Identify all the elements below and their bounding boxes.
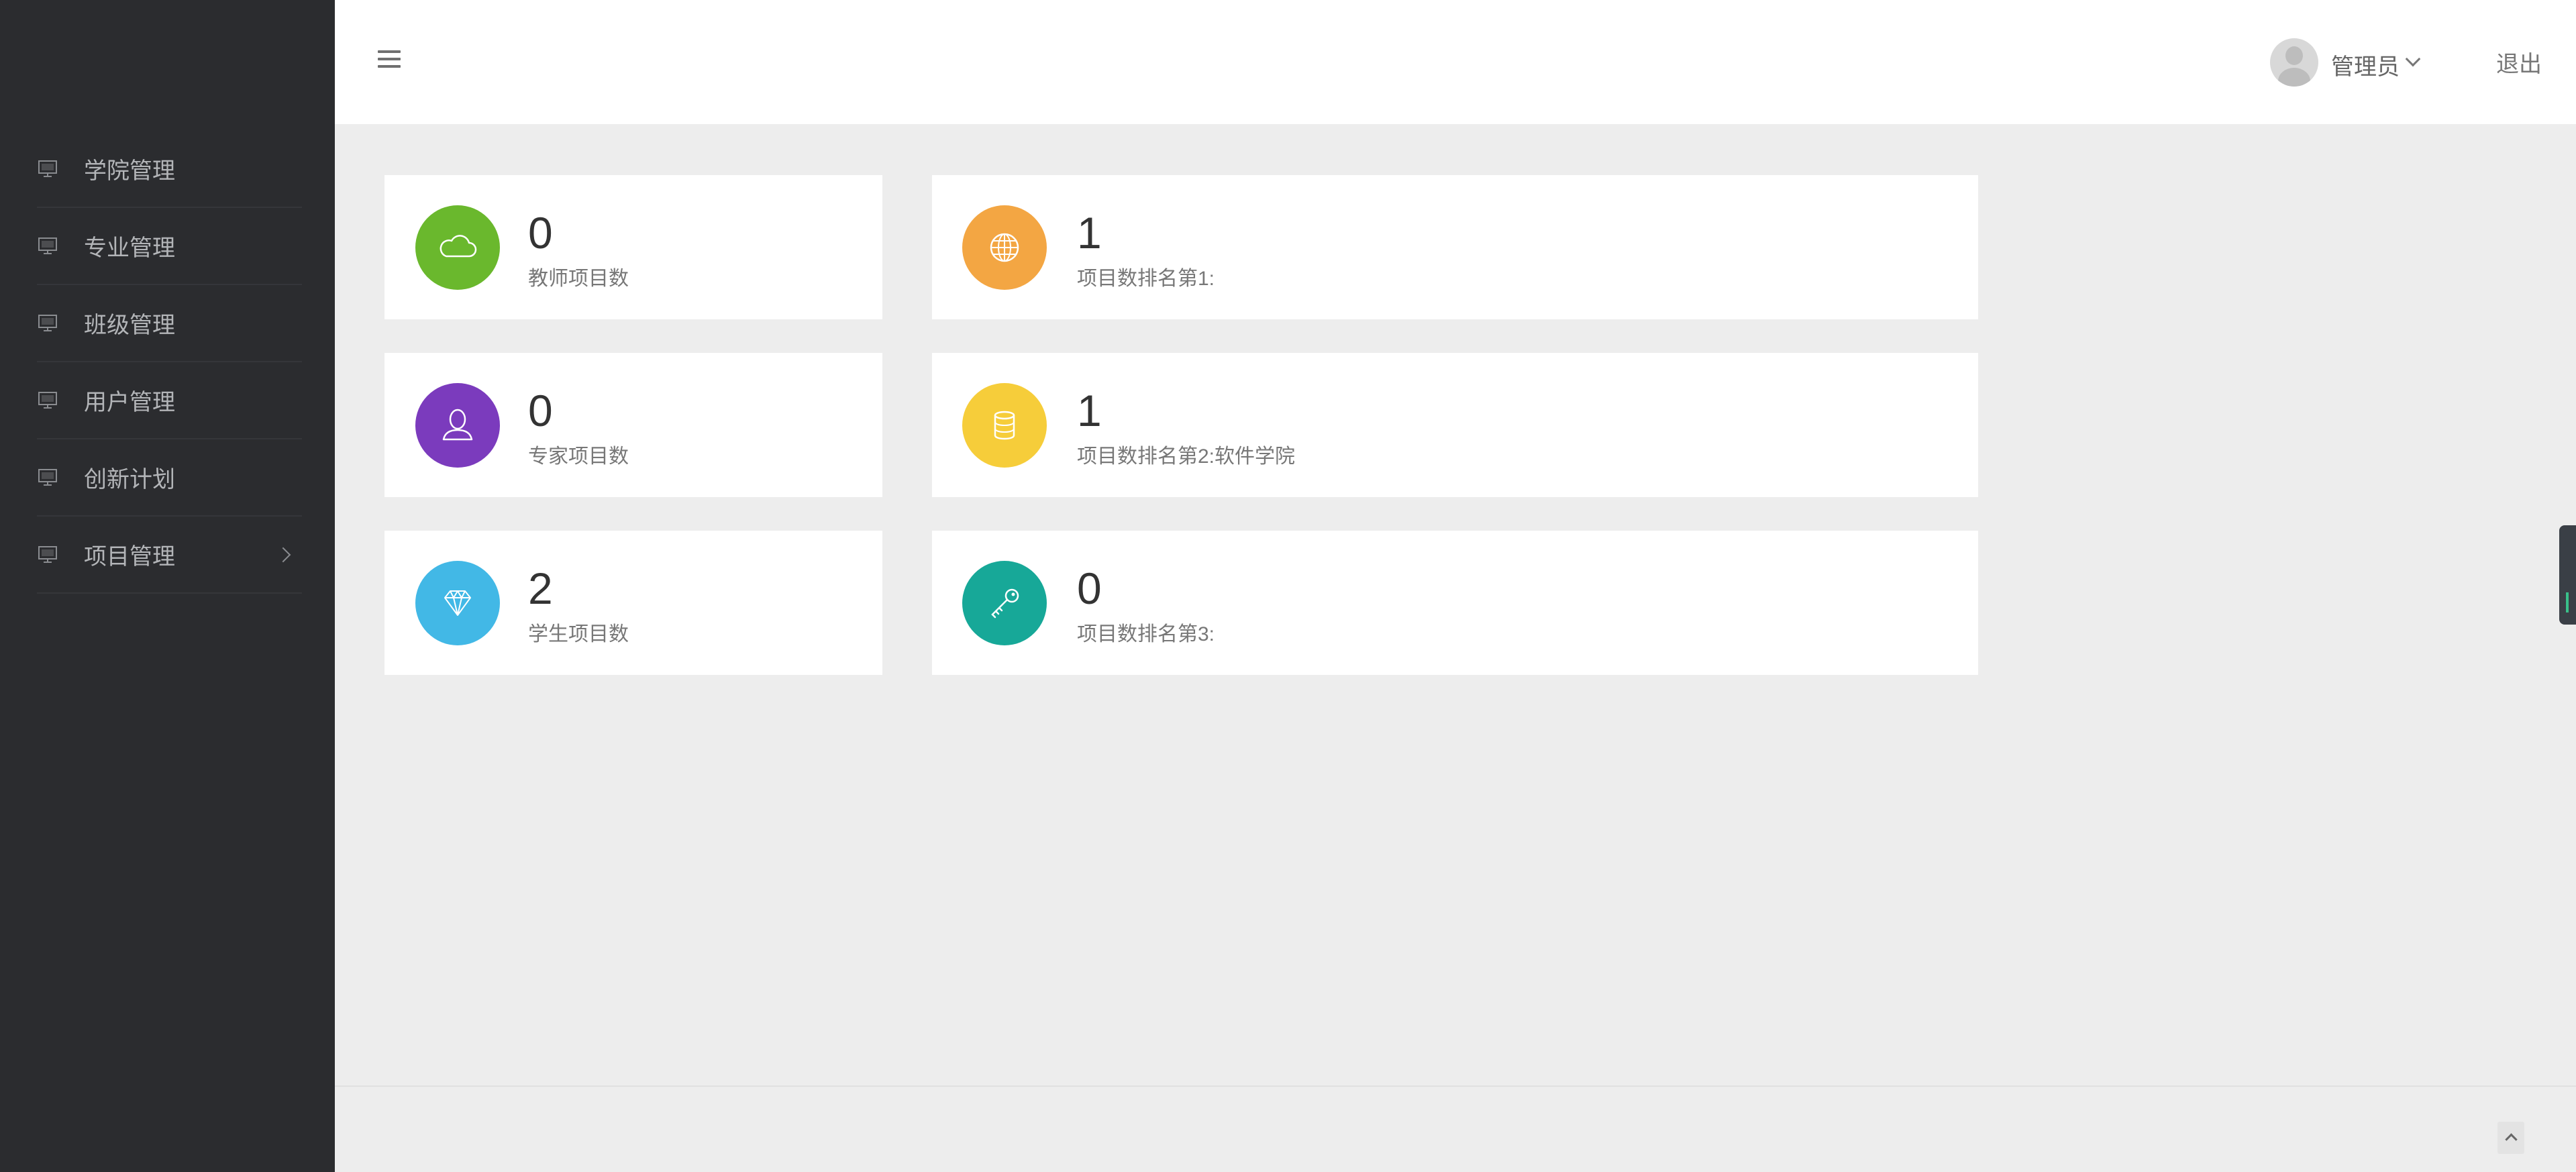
- stat-card-teacher: 0 教师项目数: [384, 175, 882, 319]
- diamond-icon: [415, 561, 500, 645]
- monitor-icon: [38, 160, 57, 177]
- stat-card-student: 2 学生项目数: [384, 531, 882, 675]
- stat-card-rank-3: 0 项目数排名第3:: [932, 531, 1978, 675]
- sidebar-item-label: 项目管理: [84, 544, 175, 570]
- monitor-icon: [38, 468, 57, 486]
- user-menu-name[interactable]: 管理员: [2331, 48, 2400, 81]
- monitor-icon: [38, 391, 57, 409]
- globe-icon: [962, 205, 1047, 290]
- scroll-to-top-button[interactable]: [2497, 1122, 2524, 1154]
- stat-value: 1: [1077, 386, 1102, 435]
- stat-value: 0: [528, 386, 553, 435]
- cloud-icon: [415, 205, 500, 290]
- key-icon: [962, 561, 1047, 645]
- stat-card-rank-2: 1 项目数排名第2:软件学院: [932, 353, 1978, 497]
- sidebar-item-label: 班级管理: [84, 313, 175, 338]
- chevron-right-icon: [275, 547, 291, 562]
- stat-label: 专家项目数: [528, 445, 629, 468]
- footer-divider: [335, 1085, 2576, 1087]
- sidebar-item-college[interactable]: 学院管理: [37, 131, 302, 208]
- stat-value: 1: [1077, 208, 1102, 258]
- stat-label: 教师项目数: [528, 268, 629, 290]
- user-icon: [415, 383, 500, 468]
- stat-label: 项目数排名第3:: [1077, 623, 1215, 645]
- sidebar-item-label: 用户管理: [84, 390, 175, 415]
- stat-label: 项目数排名第2:软件学院: [1077, 445, 1296, 468]
- sidebar: 学院管理 专业管理 班级管理 用户管理 创新计划 项目管理: [0, 0, 335, 1172]
- monitor-icon: [38, 545, 57, 563]
- stat-label: 项目数排名第1:: [1077, 268, 1215, 290]
- sidebar-item-class[interactable]: 班级管理: [37, 285, 302, 362]
- stat-value: 0: [528, 208, 553, 258]
- top-bar: [335, 0, 2576, 124]
- sidebar-item-major[interactable]: 专业管理: [37, 208, 302, 285]
- sidebar-item-user[interactable]: 用户管理: [37, 362, 302, 439]
- database-icon: [962, 383, 1047, 468]
- sidebar-item-label: 创新计划: [84, 467, 175, 492]
- sidebar-item-innovation[interactable]: 创新计划: [37, 439, 302, 517]
- avatar[interactable]: [2270, 38, 2318, 87]
- sidebar-nav: 学院管理 专业管理 班级管理 用户管理 创新计划 项目管理: [37, 131, 302, 594]
- stat-card-expert: 0 专家项目数: [384, 353, 882, 497]
- sidebar-item-project[interactable]: 项目管理: [37, 517, 302, 594]
- stat-label: 学生项目数: [528, 623, 629, 645]
- sidebar-item-label: 学院管理: [84, 158, 175, 184]
- monitor-icon: [38, 237, 57, 254]
- monitor-icon: [38, 314, 57, 331]
- sidebar-item-label: 专业管理: [84, 235, 175, 261]
- stat-value: 2: [528, 564, 553, 613]
- logout-link[interactable]: 退出: [2496, 46, 2542, 78]
- stat-card-rank-1: 1 项目数排名第1:: [932, 175, 1978, 319]
- stat-value: 0: [1077, 564, 1102, 613]
- side-widget-handle[interactable]: [2559, 525, 2576, 625]
- menu-toggle-icon[interactable]: [378, 50, 401, 70]
